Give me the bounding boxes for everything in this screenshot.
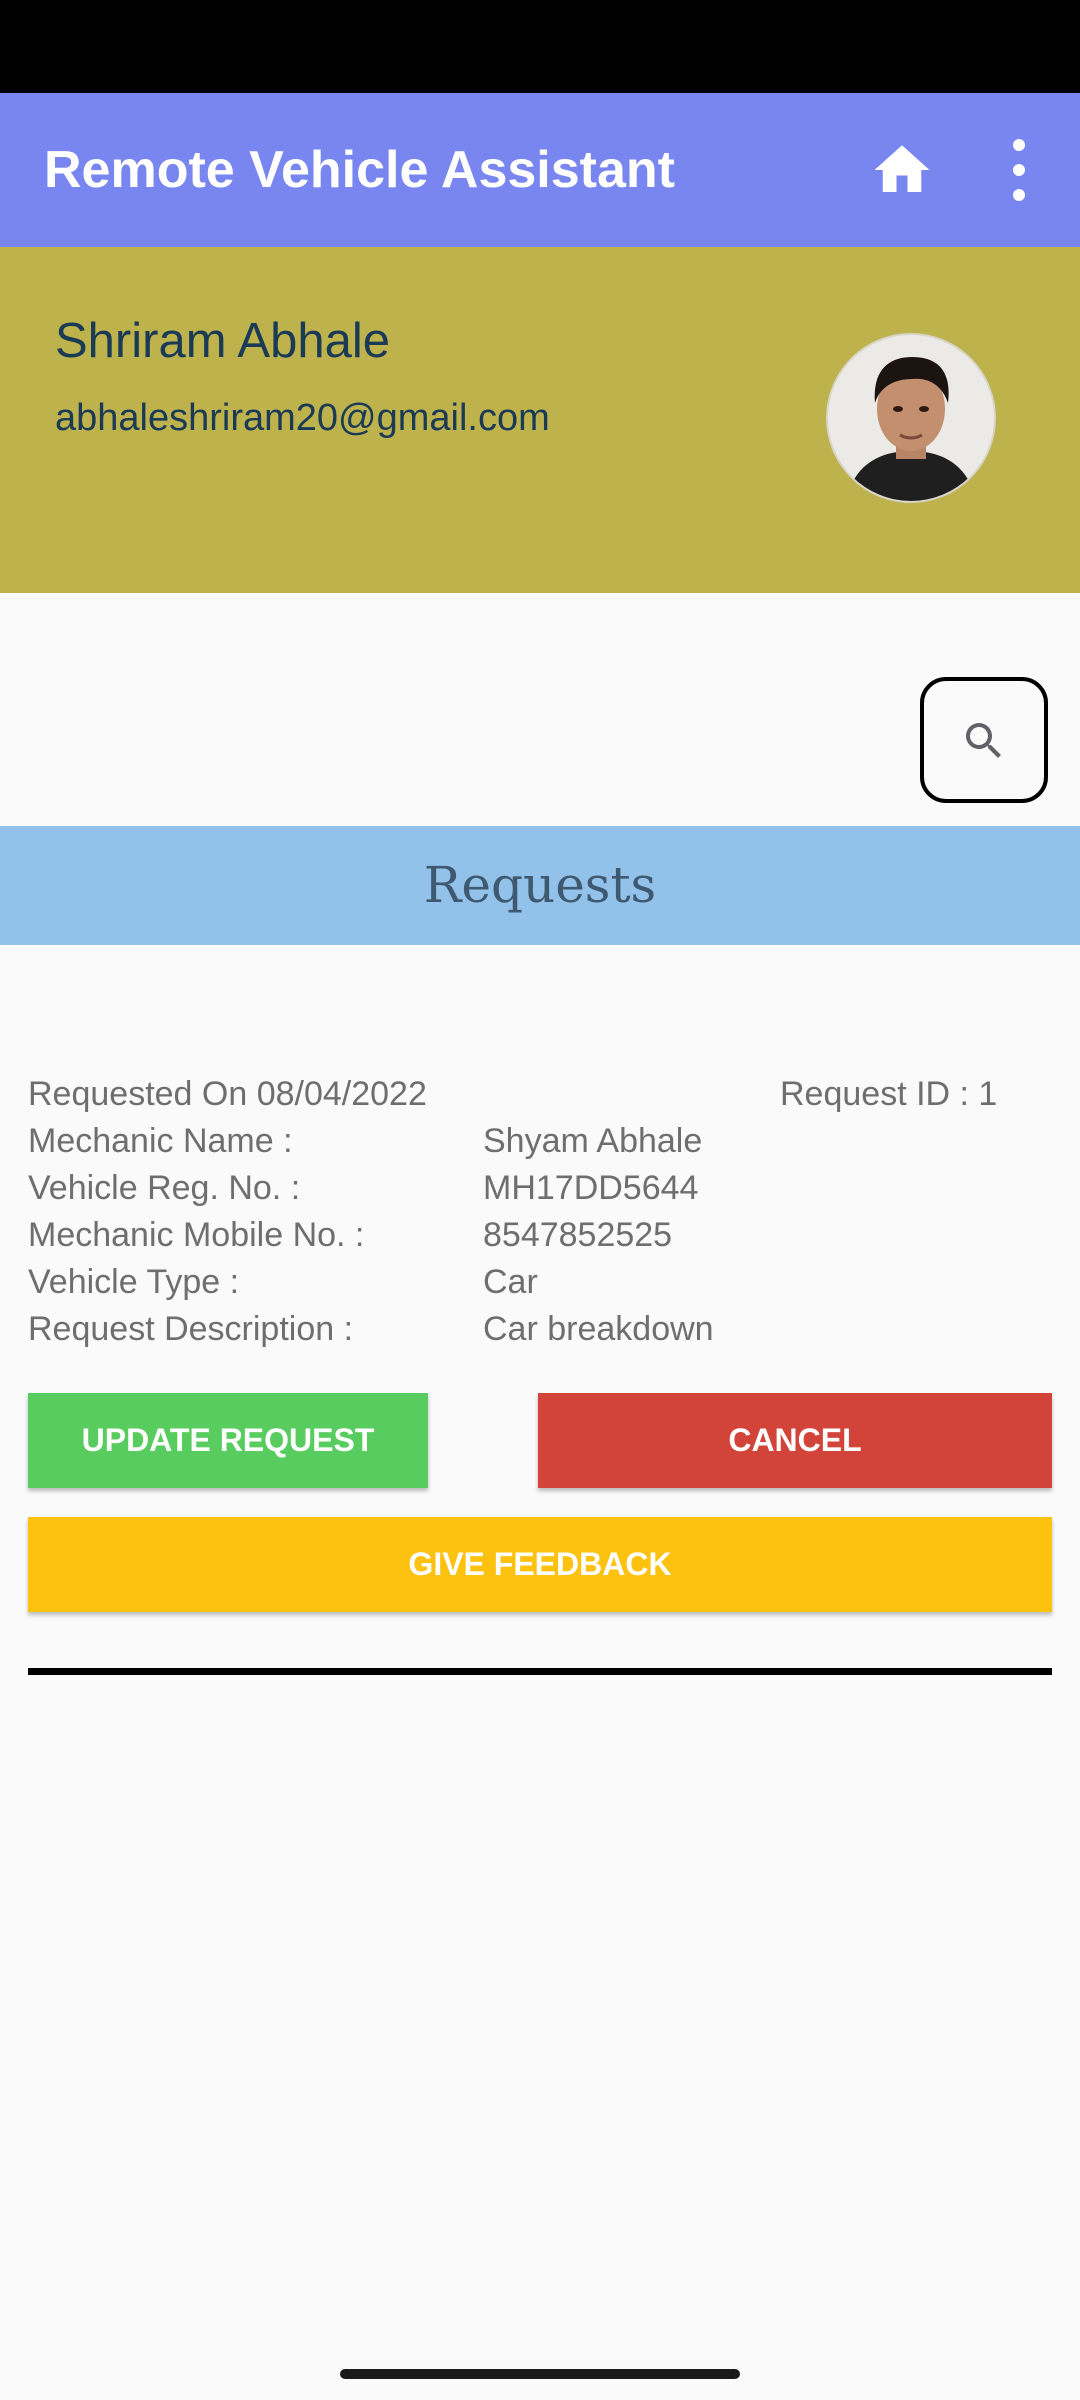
- section-title: Requests: [423, 856, 657, 914]
- requests-section-header: Requests: [0, 826, 1080, 945]
- update-request-button[interactable]: UPDATE REQUEST: [28, 1393, 428, 1488]
- cancel-button[interactable]: CANCEL: [538, 1393, 1052, 1488]
- profile-header: Shriram Abhale abhaleshriram20@gmail.com: [0, 247, 1080, 593]
- mechanic-name-value: Shyam Abhale: [483, 1122, 703, 1160]
- request-id: Request ID : 1: [780, 1075, 998, 1113]
- search-icon: [966, 723, 1001, 758]
- mechanic-mobile-value: 8547852525: [483, 1216, 673, 1254]
- avatar-photo: [828, 335, 994, 501]
- request-description-label: Request Description :: [28, 1310, 354, 1348]
- more-options-button[interactable]: [995, 133, 1043, 207]
- app-bar: Remote Vehicle Assistant: [0, 93, 1080, 247]
- mechanic-name-label: Mechanic Name :: [28, 1122, 293, 1160]
- vehicle-type-value: Car: [483, 1263, 538, 1301]
- vehicle-reg-value: MH17DD5644: [483, 1169, 699, 1207]
- home-icon: [874, 145, 930, 192]
- status-bar: [0, 0, 1080, 93]
- avatar: [826, 333, 996, 503]
- gesture-nav-handle[interactable]: [340, 2369, 740, 2379]
- profile-name: Shriram Abhale: [55, 314, 391, 368]
- divider: [28, 1668, 1052, 1675]
- requested-on: Requested On 08/04/2022: [28, 1075, 427, 1113]
- home-button[interactable]: [868, 137, 936, 203]
- more-vert-icon: [1013, 139, 1025, 201]
- search-button[interactable]: [920, 677, 1048, 803]
- profile-email: abhaleshriram20@gmail.com: [55, 397, 550, 439]
- vehicle-reg-label: Vehicle Reg. No. :: [28, 1169, 301, 1207]
- app-title: Remote Vehicle Assistant: [44, 141, 675, 199]
- vehicle-type-label: Vehicle Type :: [28, 1263, 240, 1301]
- mechanic-mobile-label: Mechanic Mobile No. :: [28, 1216, 365, 1254]
- give-feedback-button[interactable]: GIVE FEEDBACK: [28, 1517, 1052, 1612]
- request-description-value: Car breakdown: [483, 1310, 714, 1348]
